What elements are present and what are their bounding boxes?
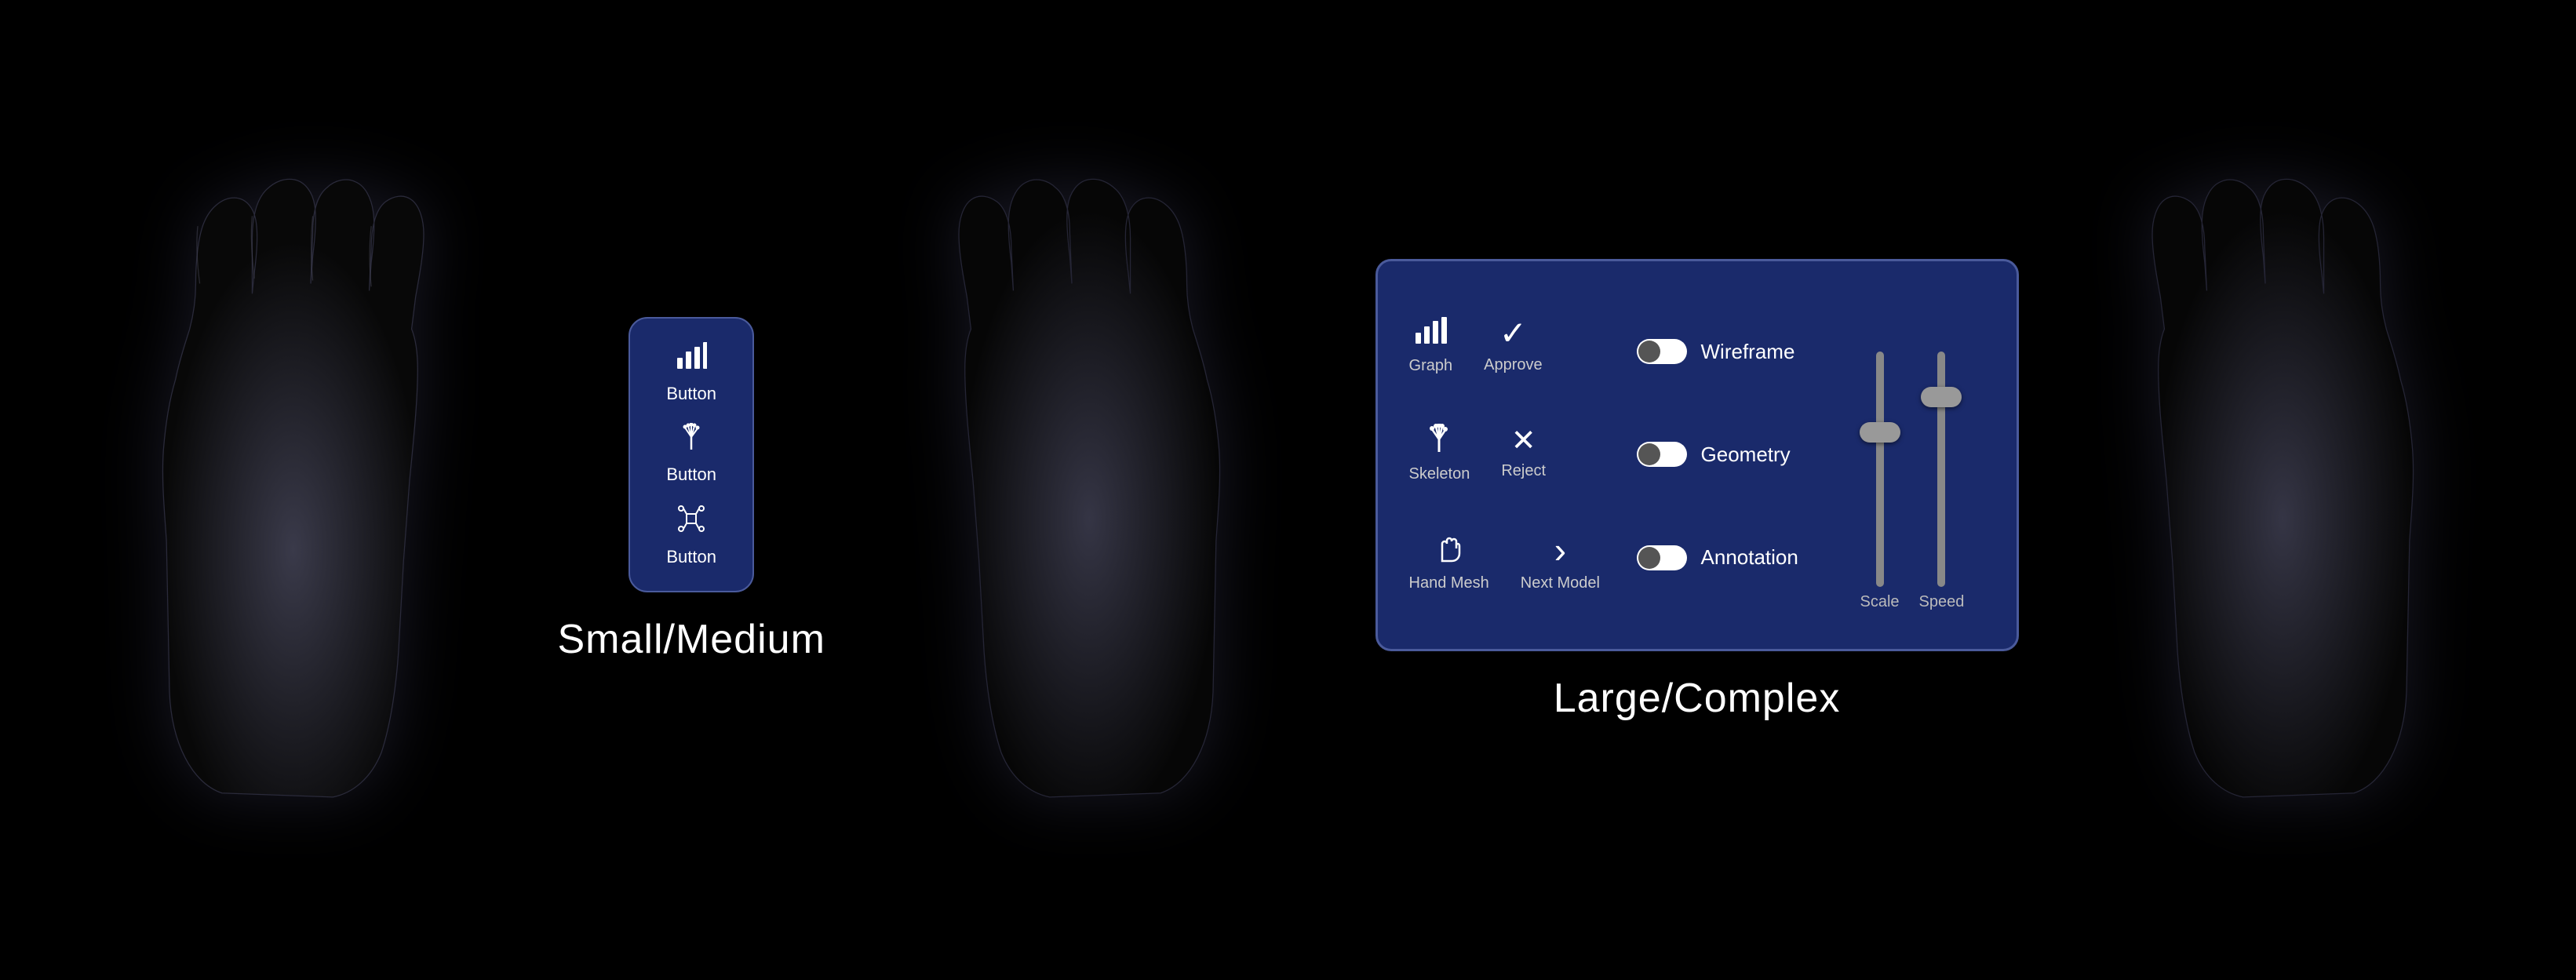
left-hand-svg — [118, 137, 447, 843]
panel-button-2-label: Button — [666, 464, 716, 485]
graph-icon — [676, 342, 707, 377]
panel-button-3-label: Button — [666, 547, 716, 567]
hand-outline-icon — [1434, 533, 1464, 568]
cube-network-icon — [676, 504, 706, 541]
speed-slider-label: Speed — [1919, 593, 1965, 611]
annotation-toggle-knob — [1638, 547, 1660, 569]
button-panel: Button — [629, 317, 754, 592]
geometry-toggle[interactable] — [1637, 442, 1687, 467]
small-medium-label: Small/Medium — [557, 616, 825, 663]
right-hand-sm-container — [935, 137, 1265, 843]
sliders-area: Scale Speed — [1856, 285, 1969, 625]
annotation-row: Annotation — [1637, 545, 1841, 570]
x-mark-icon: ✕ — [1511, 426, 1536, 456]
checkmark-icon: ✓ — [1499, 317, 1527, 350]
hand-mesh-button[interactable]: Hand Mesh — [1401, 525, 1497, 600]
wireframe-label: Wireframe — [1701, 340, 1795, 364]
large-panel: Graph ✓ Approve — [1375, 259, 2019, 651]
panel-button-1[interactable]: Button — [666, 342, 716, 404]
next-model-button[interactable]: › Next Model — [1513, 524, 1608, 600]
small-medium-section: Button — [557, 317, 825, 663]
next-model-label: Next Model — [1521, 574, 1600, 592]
main-scene: Button — [0, 0, 2576, 980]
annotation-label: Annotation — [1701, 545, 1798, 570]
reject-label: Reject — [1501, 462, 1546, 480]
hand-mesh-label: Hand Mesh — [1409, 574, 1489, 592]
right-hand-sm-svg — [935, 137, 1265, 843]
speed-slider-track[interactable] — [1937, 352, 1945, 587]
graph-label: Graph — [1409, 357, 1453, 375]
skeleton-button[interactable]: Skeleton — [1401, 416, 1478, 491]
scale-slider-track[interactable] — [1876, 352, 1884, 587]
approve-button[interactable]: ✓ Approve — [1476, 309, 1550, 382]
geometry-row: Geometry — [1637, 442, 1841, 467]
large-complex-hand-container — [2129, 137, 2458, 843]
hand-button-group: Button — [629, 317, 754, 592]
annotation-toggle[interactable] — [1637, 545, 1687, 570]
left-hand-container — [118, 137, 447, 843]
scale-slider-label: Scale — [1860, 593, 1900, 611]
skeleton-hand-icon-small — [677, 423, 705, 458]
geometry-label: Geometry — [1701, 443, 1791, 467]
scale-slider-thumb[interactable] — [1860, 422, 1900, 443]
approve-label: Approve — [1484, 356, 1543, 374]
chevron-right-icon: › — [1554, 532, 1566, 568]
wireframe-toggle-knob — [1638, 341, 1660, 362]
speed-slider-thumb[interactable] — [1921, 387, 1962, 407]
skeleton-label: Skeleton — [1409, 465, 1470, 483]
sliders-row: Scale Speed — [1860, 352, 1965, 611]
graph-bars-icon — [1414, 317, 1447, 351]
graph-button[interactable]: Graph — [1401, 309, 1461, 383]
panel-button-2[interactable]: Button — [666, 423, 716, 485]
large-complex-label: Large/Complex — [1554, 675, 1841, 722]
wireframe-toggle[interactable] — [1637, 339, 1687, 364]
panel-button-1-label: Button — [666, 384, 716, 404]
panel-button-3[interactable]: Button — [666, 504, 716, 567]
geometry-toggle-knob — [1638, 443, 1660, 465]
large-complex-section: Graph ✓ Approve — [1375, 259, 2019, 722]
speed-slider-container: Speed — [1919, 352, 1965, 611]
scale-slider-container: Scale — [1860, 352, 1900, 611]
large-complex-hand-svg — [2129, 137, 2458, 843]
skeleton-hand-icon — [1424, 424, 1454, 459]
reject-button[interactable]: ✕ Reject — [1493, 418, 1554, 488]
wireframe-row: Wireframe — [1637, 339, 1841, 364]
